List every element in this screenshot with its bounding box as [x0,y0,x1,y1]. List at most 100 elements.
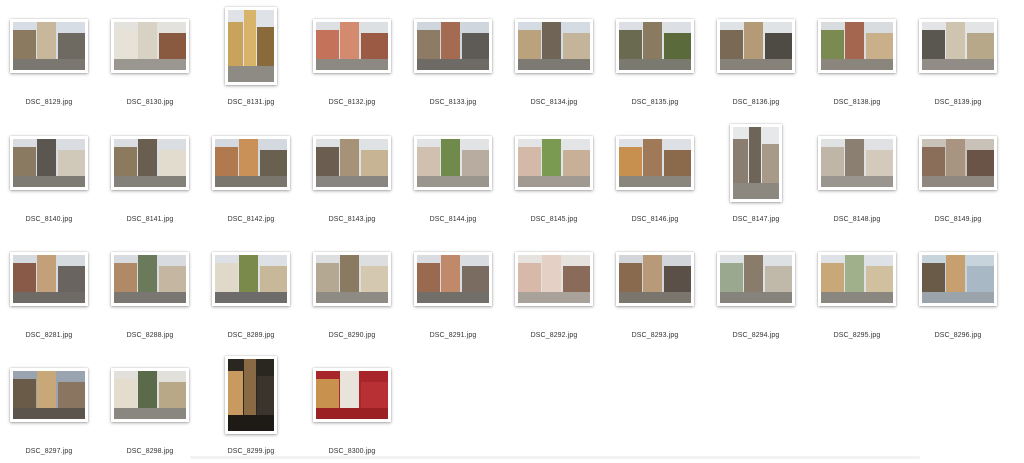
scroll-indicator[interactable] [190,456,920,459]
file-name-label[interactable]: DSC_8292.jpg [505,332,603,339]
file-name-label[interactable]: DSC_8297.jpg [0,448,98,455]
file-item[interactable]: DSC_8132.jpg [303,4,401,114]
image-thumbnail[interactable] [10,368,88,422]
image-thumbnail[interactable] [313,368,391,422]
file-item[interactable]: DSC_8300.jpg [303,353,401,463]
file-item[interactable]: DSC_8147.jpg [707,121,805,231]
file-item[interactable]: DSC_8299.jpg [202,353,300,463]
file-name-label[interactable]: DSC_8145.jpg [505,216,603,223]
file-name-label[interactable]: DSC_8293.jpg [606,332,704,339]
file-name-label[interactable]: DSC_8291.jpg [404,332,502,339]
image-thumbnail[interactable] [212,136,290,190]
image-thumbnail[interactable] [515,136,593,190]
file-item[interactable]: DSC_8131.jpg [202,4,300,114]
image-thumbnail[interactable] [225,356,277,434]
file-name-label[interactable]: DSC_8299.jpg [202,448,300,455]
image-thumbnail[interactable] [111,252,189,306]
file-item[interactable]: DSC_8149.jpg [909,121,1007,231]
file-name-label[interactable]: DSC_8131.jpg [202,99,300,106]
image-thumbnail[interactable] [919,252,997,306]
file-item[interactable]: DSC_8130.jpg [101,4,199,114]
image-thumbnail[interactable] [111,19,189,73]
image-thumbnail[interactable] [730,124,782,202]
image-thumbnail[interactable] [10,19,88,73]
file-item[interactable]: DSC_8143.jpg [303,121,401,231]
file-item[interactable]: DSC_8146.jpg [606,121,704,231]
image-thumbnail[interactable] [919,19,997,73]
file-item[interactable]: DSC_8133.jpg [404,4,502,114]
file-item[interactable]: DSC_8290.jpg [303,237,401,347]
image-thumbnail[interactable] [616,252,694,306]
file-name-label[interactable]: DSC_8149.jpg [909,216,1007,223]
file-name-label[interactable]: DSC_8129.jpg [0,99,98,106]
file-name-label[interactable]: DSC_8135.jpg [606,99,704,106]
file-item[interactable]: DSC_8293.jpg [606,237,704,347]
image-thumbnail[interactable] [616,136,694,190]
file-name-label[interactable]: DSC_8290.jpg [303,332,401,339]
file-item[interactable]: DSC_8281.jpg [0,237,98,347]
file-name-label[interactable]: DSC_8144.jpg [404,216,502,223]
image-thumbnail[interactable] [10,136,88,190]
file-item[interactable]: DSC_8136.jpg [707,4,805,114]
file-name-label[interactable]: DSC_8138.jpg [808,99,906,106]
file-name-label[interactable]: DSC_8130.jpg [101,99,199,106]
image-thumbnail[interactable] [616,19,694,73]
file-item[interactable]: DSC_8140.jpg [0,121,98,231]
file-item[interactable]: DSC_8138.jpg [808,4,906,114]
file-item[interactable]: DSC_8145.jpg [505,121,603,231]
file-name-label[interactable]: DSC_8143.jpg [303,216,401,223]
image-thumbnail[interactable] [414,136,492,190]
file-item[interactable]: DSC_8141.jpg [101,121,199,231]
file-name-label[interactable]: DSC_8295.jpg [808,332,906,339]
file-name-label[interactable]: DSC_8141.jpg [101,216,199,223]
file-name-label[interactable]: DSC_8132.jpg [303,99,401,106]
file-name-label[interactable]: DSC_8289.jpg [202,332,300,339]
image-thumbnail[interactable] [717,19,795,73]
file-item[interactable]: DSC_8134.jpg [505,4,603,114]
file-item[interactable]: DSC_8139.jpg [909,4,1007,114]
file-name-label[interactable]: DSC_8147.jpg [707,216,805,223]
file-item[interactable]: DSC_8289.jpg [202,237,300,347]
file-item[interactable]: DSC_8295.jpg [808,237,906,347]
file-item[interactable]: DSC_8288.jpg [101,237,199,347]
file-name-label[interactable]: DSC_8140.jpg [0,216,98,223]
file-name-label[interactable]: DSC_8296.jpg [909,332,1007,339]
image-thumbnail[interactable] [313,136,391,190]
file-item[interactable]: DSC_8298.jpg [101,353,199,463]
file-name-label[interactable]: DSC_8148.jpg [808,216,906,223]
file-name-label[interactable]: DSC_8146.jpg [606,216,704,223]
file-item[interactable]: DSC_8294.jpg [707,237,805,347]
file-item[interactable]: DSC_8129.jpg [0,4,98,114]
image-thumbnail[interactable] [414,19,492,73]
image-thumbnail[interactable] [212,252,290,306]
file-name-label[interactable]: DSC_8134.jpg [505,99,603,106]
image-thumbnail[interactable] [225,7,277,85]
file-name-label[interactable]: DSC_8136.jpg [707,99,805,106]
file-item[interactable]: DSC_8142.jpg [202,121,300,231]
file-name-label[interactable]: DSC_8288.jpg [101,332,199,339]
image-thumbnail[interactable] [515,252,593,306]
file-item[interactable]: DSC_8144.jpg [404,121,502,231]
image-thumbnail[interactable] [10,252,88,306]
image-thumbnail[interactable] [818,136,896,190]
image-thumbnail[interactable] [818,19,896,73]
image-thumbnail[interactable] [111,368,189,422]
file-item[interactable]: DSC_8135.jpg [606,4,704,114]
image-thumbnail[interactable] [111,136,189,190]
image-thumbnail[interactable] [515,19,593,73]
file-name-label[interactable]: DSC_8139.jpg [909,99,1007,106]
image-thumbnail[interactable] [313,252,391,306]
image-thumbnail[interactable] [717,252,795,306]
file-item[interactable]: DSC_8148.jpg [808,121,906,231]
file-name-label[interactable]: DSC_8133.jpg [404,99,502,106]
file-name-label[interactable]: DSC_8294.jpg [707,332,805,339]
image-thumbnail[interactable] [818,252,896,306]
file-item[interactable]: DSC_8291.jpg [404,237,502,347]
file-name-label[interactable]: DSC_8300.jpg [303,448,401,455]
file-item[interactable]: DSC_8296.jpg [909,237,1007,347]
file-name-label[interactable]: DSC_8298.jpg [101,448,199,455]
file-item[interactable]: DSC_8297.jpg [0,353,98,463]
file-item[interactable]: DSC_8292.jpg [505,237,603,347]
image-thumbnail[interactable] [919,136,997,190]
image-thumbnail[interactable] [414,252,492,306]
